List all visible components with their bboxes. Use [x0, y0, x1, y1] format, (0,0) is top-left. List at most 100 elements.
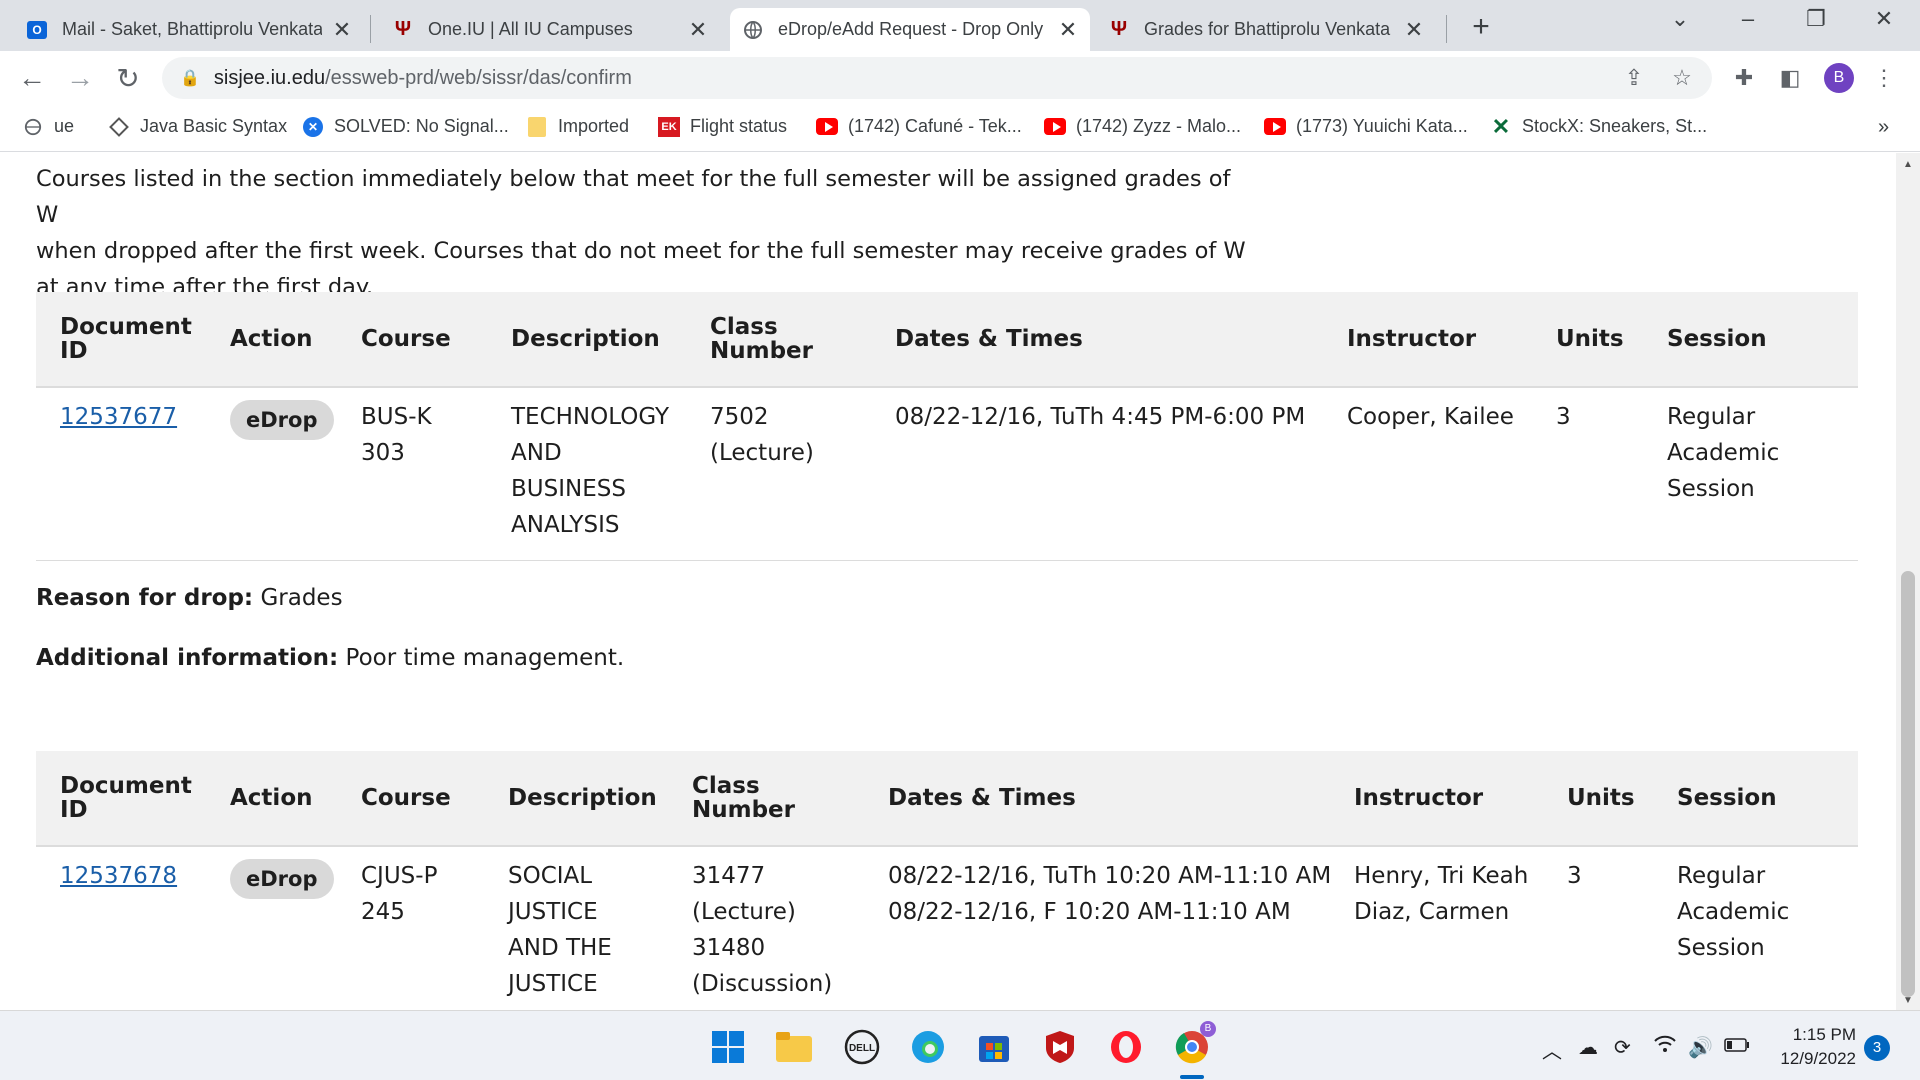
row-divider	[36, 560, 1858, 561]
opera-browser-icon[interactable]	[1106, 1027, 1146, 1067]
side-panel-icon[interactable]: ◧	[1776, 65, 1804, 91]
table-cell-action: eDrop	[230, 859, 334, 899]
system-clock[interactable]: 1:15 PM 12/9/2022	[1760, 1023, 1856, 1071]
microsoft-store-icon[interactable]	[974, 1027, 1014, 1067]
globe-icon	[742, 19, 764, 41]
table-cell-units: 3	[1556, 404, 1571, 430]
chrome-browser-icon[interactable]: B	[1172, 1021, 1216, 1067]
profile-avatar[interactable]: B	[1824, 63, 1854, 93]
table-cell-units: 3	[1567, 863, 1582, 889]
bookmark-item[interactable]: ue	[22, 116, 74, 137]
reason-for-drop: Reason for drop: Grades	[36, 585, 343, 611]
bookmarks-bar: ue Java Basic Syntax ✕ SOLVED: No Signal…	[0, 104, 1920, 152]
bookmark-item[interactable]: (1742) Cafuné - Tek...	[816, 116, 1022, 137]
volume-icon[interactable]: 🔊	[1688, 1035, 1713, 1060]
battery-icon[interactable]	[1724, 1035, 1750, 1058]
table-cell-dates-times: 08/22-12/16, TuTh 4:45 PM-6:00 PM	[895, 404, 1306, 430]
reload-icon[interactable]: ↻	[112, 62, 144, 95]
bookmark-label: ue	[54, 116, 75, 136]
menu-kebab-icon[interactable]: ⋮	[1870, 65, 1898, 91]
new-tab-button[interactable]: +	[1466, 10, 1496, 44]
back-arrow-icon[interactable]: ←	[16, 62, 48, 94]
close-icon[interactable]: ✕	[688, 17, 708, 43]
column-header-session: Session	[1677, 785, 1777, 811]
bookmark-item[interactable]: (1742) Zyzz - Malo...	[1044, 116, 1241, 137]
tab-search-chevron-icon[interactable]: ⌄	[1660, 6, 1700, 32]
bookmark-star-icon[interactable]: ☆	[1668, 65, 1696, 91]
table-cell-course: CJUS-P 245	[361, 863, 438, 925]
table-cell-description: TECHNOLOGY AND BUSINESS ANALYSIS	[511, 404, 670, 538]
bookmark-folder[interactable]: Imported	[526, 116, 629, 137]
table-header: Document ID Action Course Description Cla…	[36, 292, 1858, 388]
bookmark-label: (1773) Yuuichi Kata...	[1296, 116, 1468, 136]
tab-edrop-active[interactable]: eDrop/eAdd Request - Drop Only ✕	[730, 8, 1090, 51]
stockx-icon: ✕	[1491, 113, 1511, 139]
dell-icon[interactable]: DELL	[842, 1027, 882, 1067]
tab-grades[interactable]: Ψ Grades for Bhattiprolu Venkata S ✕	[1096, 8, 1436, 51]
window-close-button[interactable]: ✕	[1864, 6, 1904, 32]
table-cell-document-id[interactable]: 12537677	[60, 399, 177, 435]
column-header-instructor: Instructor	[1354, 785, 1484, 811]
column-header-description: Description	[508, 785, 657, 811]
bookmark-item[interactable]: ✕ StockX: Sneakers, St...	[1490, 113, 1708, 139]
bookmark-item[interactable]: (1773) Yuuichi Kata...	[1264, 116, 1468, 137]
forward-arrow-icon[interactable]: →	[64, 62, 96, 94]
svg-text:DELL: DELL	[849, 1043, 875, 1054]
folder-icon	[526, 116, 548, 137]
close-icon[interactable]: ✕	[332, 17, 352, 43]
minimize-button[interactable]: –	[1728, 6, 1768, 32]
edrop-badge: eDrop	[230, 859, 334, 899]
table-cell-session: Regular Academic Session	[1667, 404, 1780, 502]
wifi-icon[interactable]	[1654, 1035, 1676, 1059]
url-path: /essweb-prd/web/sissr/das/confirm	[325, 66, 632, 89]
table-cell-document-id[interactable]: 12537678	[60, 858, 177, 894]
onedrive-cloud-icon[interactable]: ☁	[1578, 1035, 1598, 1060]
bookmarks-overflow-chevron-icon[interactable]: »	[1878, 116, 1889, 139]
close-icon[interactable]: ✕	[1058, 17, 1078, 43]
close-icon[interactable]: ✕	[1404, 17, 1424, 43]
lock-icon: 🔒	[180, 70, 200, 87]
page-scrollbar[interactable]: ▲ ▼	[1896, 153, 1920, 1010]
tab-title: Grades for Bhattiprolu Venkata S	[1144, 19, 1394, 39]
edge-browser-icon[interactable]	[908, 1027, 948, 1067]
tab-one-iu[interactable]: Ψ One.IU | All IU Campuses ✕	[380, 8, 720, 51]
globe-icon	[22, 117, 44, 137]
iu-trident-icon: Ψ	[394, 18, 412, 40]
browser-tab-strip: O Mail - Saket, Bhattiprolu Venkata ✕ Ψ …	[0, 0, 1920, 51]
notification-badge[interactable]: 3	[1864, 1035, 1890, 1061]
additional-information: Additional information: Poor time manage…	[36, 645, 625, 671]
bookmark-label: StockX: Sneakers, St...	[1522, 116, 1708, 136]
share-icon[interactable]: ⇪	[1620, 65, 1648, 91]
extensions-puzzle-icon[interactable]: ✚	[1730, 65, 1758, 91]
bookmark-item[interactable]: EK Flight status	[658, 116, 787, 137]
sync-icon[interactable]: ⟳	[1614, 1035, 1631, 1060]
outlook-icon: O	[26, 19, 48, 41]
clock-time: 1:15 PM	[1792, 1025, 1856, 1044]
tab-mail[interactable]: O Mail - Saket, Bhattiprolu Venkata ✕	[14, 8, 364, 51]
tab-divider	[370, 15, 371, 43]
tab-divider	[1446, 15, 1447, 43]
document-id-link[interactable]: 12537677	[60, 404, 177, 430]
drop-request-table: Document ID Action Course Description Cla…	[36, 292, 1858, 562]
document-id-link[interactable]: 12537678	[60, 863, 177, 889]
mcafee-shield-icon[interactable]	[1040, 1027, 1080, 1067]
ek-logo-icon: EK	[658, 116, 680, 137]
scroll-down-arrow-icon[interactable]: ▼	[1896, 995, 1920, 1006]
windows-taskbar: DELL B ︿ ☁ ⟳ 🔊 1:15 PM 12/9/2022 3	[0, 1010, 1920, 1080]
browser-toolbar: ← → ↻ 🔒 sisjee.iu.edu/essweb-prd/web/sis…	[0, 51, 1920, 104]
bookmark-item[interactable]: ✕ SOLVED: No Signal...	[302, 116, 509, 137]
restore-button[interactable]: ❐	[1796, 6, 1836, 32]
windows-start-icon[interactable]	[708, 1027, 748, 1067]
column-header-class-number: Class Number	[692, 773, 795, 823]
tab-title: One.IU | All IU Campuses	[428, 19, 633, 39]
address-bar[interactable]: 🔒 sisjee.iu.edu/essweb-prd/web/sissr/das…	[162, 57, 1712, 99]
column-header-units: Units	[1567, 785, 1635, 811]
file-explorer-icon[interactable]	[774, 1027, 814, 1067]
bookmark-item[interactable]: Java Basic Syntax	[108, 116, 287, 137]
table-cell-instructor: Cooper, Kailee	[1347, 404, 1514, 430]
scrollbar-thumb[interactable]	[1901, 571, 1915, 997]
scroll-up-arrow-icon[interactable]: ▲	[1896, 159, 1920, 170]
tray-overflow-chevron-icon[interactable]: ︿	[1542, 1035, 1562, 1064]
column-header-description: Description	[511, 326, 660, 352]
chrome-profile-badge: B	[1200, 1021, 1216, 1037]
